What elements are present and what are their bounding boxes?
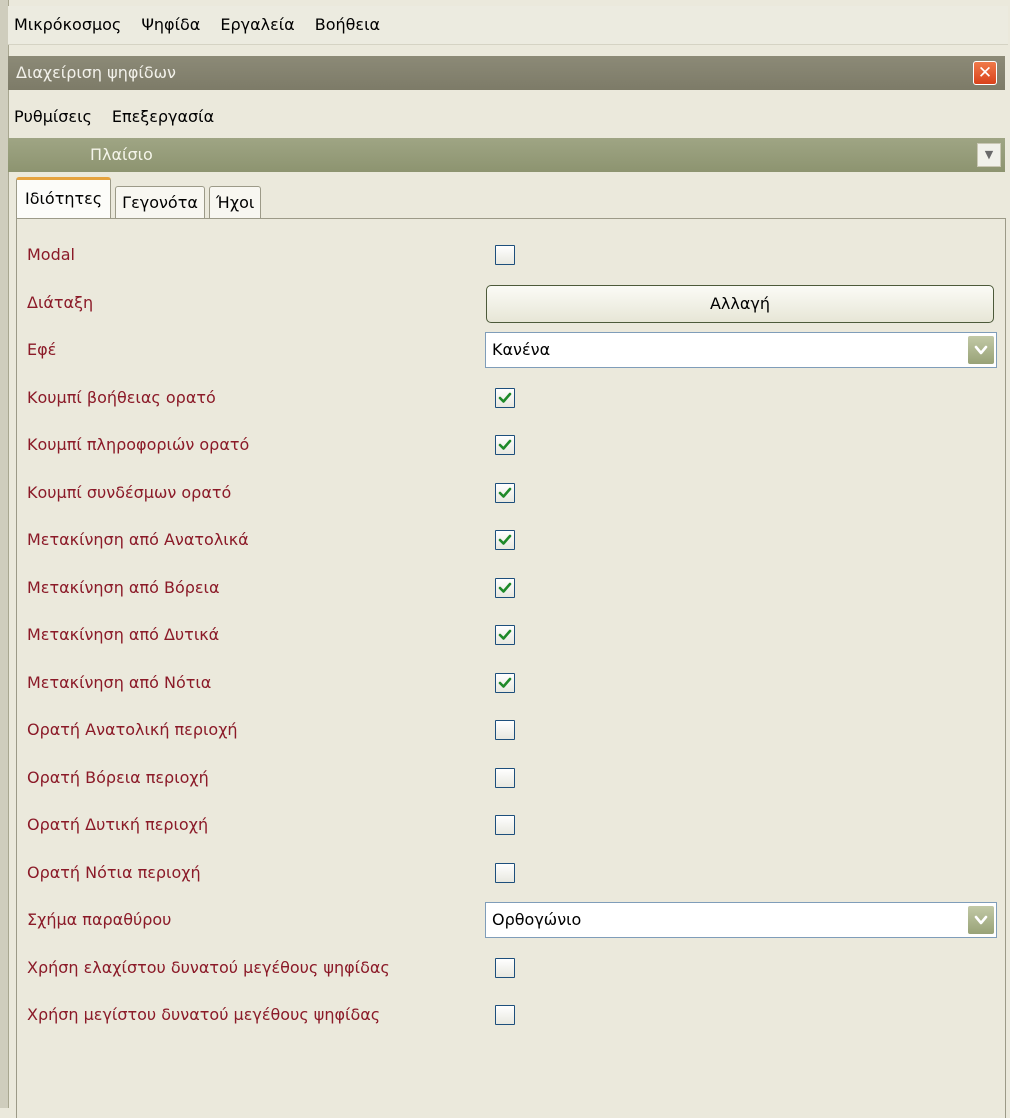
menu-ergaleia[interactable]: Εργαλεία <box>210 6 304 44</box>
property-checkbox[interactable] <box>495 862 515 883</box>
menu-rythmiseis[interactable]: Ρυθμίσεις <box>8 107 102 126</box>
section-title: Πλαίσιο <box>90 145 153 164</box>
property-checkbox[interactable] <box>495 530 515 550</box>
property-label: Μετακίνηση από Δυτικά <box>27 625 220 644</box>
property-checkbox[interactable] <box>495 767 515 788</box>
property-checkbox[interactable] <box>495 577 515 598</box>
close-icon: ✕ <box>977 62 993 83</box>
property-checkbox[interactable] <box>495 625 515 645</box>
property-label: Διάταξη <box>27 292 94 312</box>
property-checkbox[interactable] <box>495 1005 515 1025</box>
dropdown-button[interactable] <box>968 906 994 934</box>
property-checkbox[interactable] <box>495 957 515 978</box>
property-row: Μετακίνηση από Δυτικά <box>17 613 1007 657</box>
window-title: Διαχείριση ψηφίδων <box>16 63 176 82</box>
check-icon <box>498 534 512 545</box>
menu-mikrokosmos[interactable]: Μικρόκοσμος <box>8 6 131 44</box>
property-checkbox[interactable] <box>495 435 515 455</box>
property-select[interactable]: Ορθογώνιο <box>485 902 997 938</box>
property-row: Ορατή Βόρεια περιοχή <box>17 756 1007 800</box>
property-row: Μετακίνηση από Βόρεια <box>17 566 1007 610</box>
check-icon <box>498 439 512 450</box>
tab-idiotites[interactable]: Ιδιότητες <box>16 177 112 219</box>
property-checkbox[interactable] <box>495 815 515 835</box>
property-label: Ορατή Νότια περιοχή <box>27 862 201 882</box>
check-icon <box>498 629 512 640</box>
property-label: Modal <box>27 245 75 264</box>
property-label: Χρήση ελαχίστου δυνατού μεγέθους ψηφίδας <box>27 957 390 977</box>
property-label: Κουμπί βοήθειας ορατό <box>27 387 216 407</box>
main-menubar: Μικρόκοσμος Ψηφίδα Εργαλεία Βοήθεια <box>8 6 1008 45</box>
property-checkbox[interactable] <box>495 387 515 408</box>
property-label: Εφέ <box>27 340 57 359</box>
property-row: Ορατή Ανατολική περιοχή <box>17 708 1007 752</box>
property-row: Κουμπί συνδέσμων ορατό <box>17 471 1007 515</box>
check-icon <box>498 582 512 593</box>
dropdown-button[interactable] <box>968 336 994 364</box>
property-checkbox[interactable] <box>495 245 515 265</box>
window-titlebar: Διαχείριση ψηφίδων ✕ <box>8 56 1005 90</box>
chevron-down-icon: ▼ <box>984 148 994 161</box>
property-checkbox[interactable] <box>495 720 515 740</box>
property-label: Μετακίνηση από Νότια <box>27 672 212 692</box>
check-icon <box>498 487 512 498</box>
property-checkbox[interactable] <box>495 482 515 503</box>
tab-gegonota[interactable]: Γεγονότα <box>115 186 205 218</box>
tab-strip: Ιδιότητες Γεγονότα Ήχοι <box>16 176 265 219</box>
property-row: Εφέ Κανένα <box>17 328 1007 372</box>
menu-voitheia[interactable]: Βοήθεια <box>305 6 390 44</box>
property-row: Μετακίνηση από Νότια <box>17 661 1007 705</box>
property-row: Modal <box>17 233 1007 277</box>
property-label: Σχήμα παραθύρου <box>27 910 172 929</box>
select-value: Ορθογώνιο <box>492 910 582 929</box>
property-label: Χρήση μεγίστου δυνατού μεγέθους ψηφίδας <box>27 1005 381 1024</box>
property-label: Ορατή Βόρεια περιοχή <box>27 767 209 787</box>
section-header[interactable]: Πλαίσιο ▼ <box>8 138 1005 172</box>
properties-panel: Modal Διάταξη Αλλαγή Εφέ Κανένα Κουμπί βοήθει… <box>16 218 1006 1118</box>
menu-psifida[interactable]: Ψηφίδα <box>131 6 210 44</box>
select-value: Κανένα <box>492 340 551 359</box>
property-row: Χρήση μεγίστου δυνατού μεγέθους ψηφίδας <box>17 993 1007 1037</box>
check-icon <box>498 392 512 403</box>
property-label: Μετακίνηση από Ανατολικά <box>27 530 249 549</box>
property-row: Κουμπί πληροφοριών ορατό <box>17 423 1007 467</box>
property-row: Διάταξη Αλλαγή <box>17 281 1007 325</box>
check-icon <box>498 677 512 688</box>
menu-epexergasia[interactable]: Επεξεργασία <box>102 107 224 126</box>
close-button[interactable]: ✕ <box>973 61 997 85</box>
property-row: Σχήμα παραθύρου Ορθογώνιο <box>17 898 1007 942</box>
property-select[interactable]: Κανένα <box>485 332 997 368</box>
property-row: Ορατή Νότια περιοχή <box>17 851 1007 895</box>
tab-ixoi[interactable]: Ήχοι <box>208 186 262 218</box>
section-dropdown-button[interactable]: ▼ <box>977 143 1001 167</box>
panel-menubar: Ρυθμίσεις Επεξεργασία <box>8 98 1005 134</box>
chevron-down-icon <box>974 915 988 925</box>
property-label: Κουμπί πληροφοριών ορατό <box>27 435 250 454</box>
property-label: Ορατή Δυτική περιοχή <box>27 815 209 834</box>
property-row: Χρήση ελαχίστου δυνατού μεγέθους ψηφίδας <box>17 946 1007 990</box>
property-label: Μετακίνηση από Βόρεια <box>27 577 220 597</box>
property-label: Ορατή Ανατολική περιοχή <box>27 720 238 739</box>
change-layout-button[interactable]: Αλλαγή <box>486 284 994 323</box>
property-label: Κουμπί συνδέσμων ορατό <box>27 482 232 502</box>
property-row: Κουμπί βοήθειας ορατό <box>17 376 1007 420</box>
property-checkbox[interactable] <box>495 672 515 693</box>
chevron-down-icon <box>974 345 988 355</box>
property-row: Ορατή Δυτική περιοχή <box>17 803 1007 847</box>
property-row: Μετακίνηση από Ανατολικά <box>17 518 1007 562</box>
